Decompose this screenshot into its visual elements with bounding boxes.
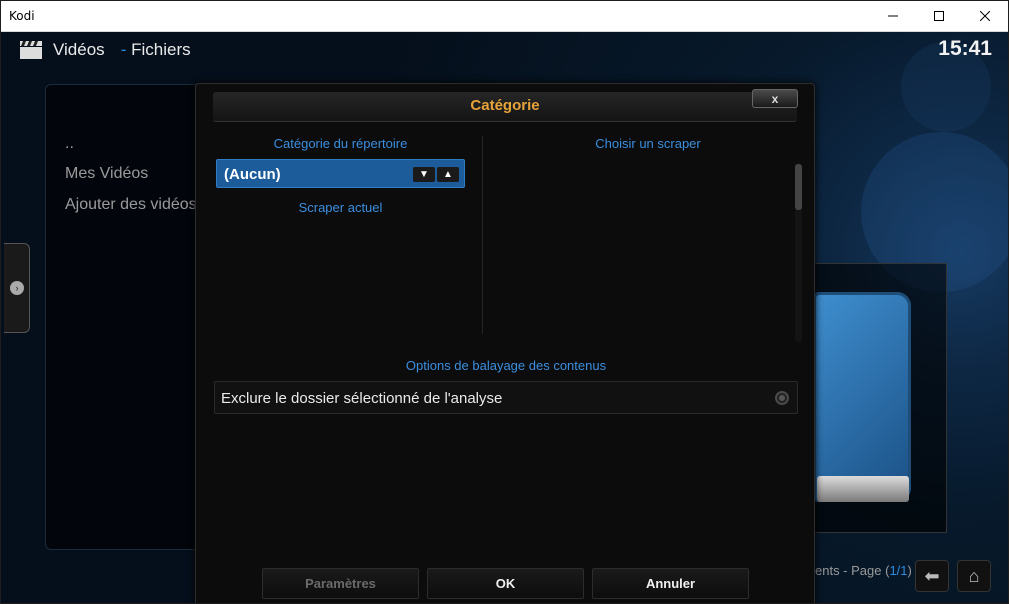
- back-button[interactable]: ⬅: [915, 560, 949, 592]
- maximize-icon: [934, 11, 944, 21]
- exclude-folder-option[interactable]: Exclure le dossier sélectionné de l'anal…: [214, 381, 798, 414]
- breadcrumb-separator: -: [120, 40, 127, 59]
- cancel-button[interactable]: Annuler: [592, 568, 749, 599]
- file-list-panel: .. Mes Vidéos Ajouter des vidéos: [45, 84, 215, 550]
- scan-options-label: Options de balayage des contenus: [405, 358, 607, 373]
- maximize-button[interactable]: [916, 1, 962, 31]
- clock: 15:41: [938, 37, 992, 60]
- home-button[interactable]: ⌂: [957, 560, 991, 592]
- kodi-window: Kodi Vidéos - Fichiers 15:41 › .. Mes Vi…: [0, 0, 1009, 604]
- current-scraper-label: Scraper actuel: [298, 200, 383, 215]
- hard-drive-base: [817, 476, 909, 502]
- exclude-folder-toggle[interactable]: [775, 391, 789, 405]
- subsection-title: Fichiers: [131, 40, 191, 59]
- section-title: Vidéos: [53, 40, 105, 59]
- page-indicator: ents - Page (1/1): [815, 563, 912, 578]
- exclude-folder-label: Exclure le dossier sélectionné de l'anal…: [221, 390, 503, 407]
- spin-up-button[interactable]: ▲: [437, 167, 459, 182]
- list-item[interactable]: Ajouter des vidéos: [65, 196, 197, 214]
- close-icon: x: [771, 91, 779, 106]
- directory-category-select[interactable]: (Aucun) ▼ ▲: [216, 159, 465, 188]
- window-title: Kodi: [9, 9, 35, 23]
- side-menu-tab[interactable]: ›: [4, 243, 30, 333]
- choose-scraper-label: Choisir un scraper: [595, 136, 701, 151]
- dialog-title: Catégorie: [470, 97, 540, 114]
- triangle-up-icon: ▲: [443, 169, 453, 180]
- category-dialog: Catégorie x Catégorie du répertoire (Auc…: [195, 83, 815, 603]
- scrollbar-thumb[interactable]: [795, 164, 802, 210]
- list-item[interactable]: ..: [65, 135, 74, 153]
- chevron-right-icon: ›: [10, 281, 24, 295]
- list-item[interactable]: Mes Vidéos: [65, 165, 148, 183]
- minimize-icon: [888, 15, 898, 17]
- window-titlebar: Kodi: [1, 1, 1008, 32]
- spin-down-button[interactable]: ▼: [413, 167, 435, 182]
- home-icon: ⌂: [968, 565, 980, 586]
- ok-button[interactable]: OK: [427, 568, 584, 599]
- triangle-down-icon: ▼: [419, 169, 429, 180]
- breadcrumb: Vidéos - Fichiers: [19, 40, 191, 60]
- directory-category-value: (Aucun): [224, 166, 281, 183]
- dialog-header: Catégorie: [213, 92, 797, 122]
- settings-button[interactable]: Paramètres: [262, 568, 419, 599]
- back-arrow-icon: ⬅: [924, 565, 940, 586]
- scraper-list-scrollbar[interactable]: [795, 164, 802, 342]
- column-divider: [482, 136, 483, 334]
- hard-drive-thumbnail: [813, 292, 911, 502]
- minimize-button[interactable]: [870, 1, 916, 31]
- close-icon: [980, 11, 990, 21]
- kodi-background: Vidéos - Fichiers 15:41 › .. Mes Vidéos …: [1, 32, 1008, 603]
- clapperboard-icon: [20, 41, 42, 59]
- close-window-button[interactable]: [962, 1, 1008, 31]
- directory-category-label: Catégorie du répertoire: [273, 136, 408, 151]
- dialog-close-button[interactable]: x: [752, 89, 798, 108]
